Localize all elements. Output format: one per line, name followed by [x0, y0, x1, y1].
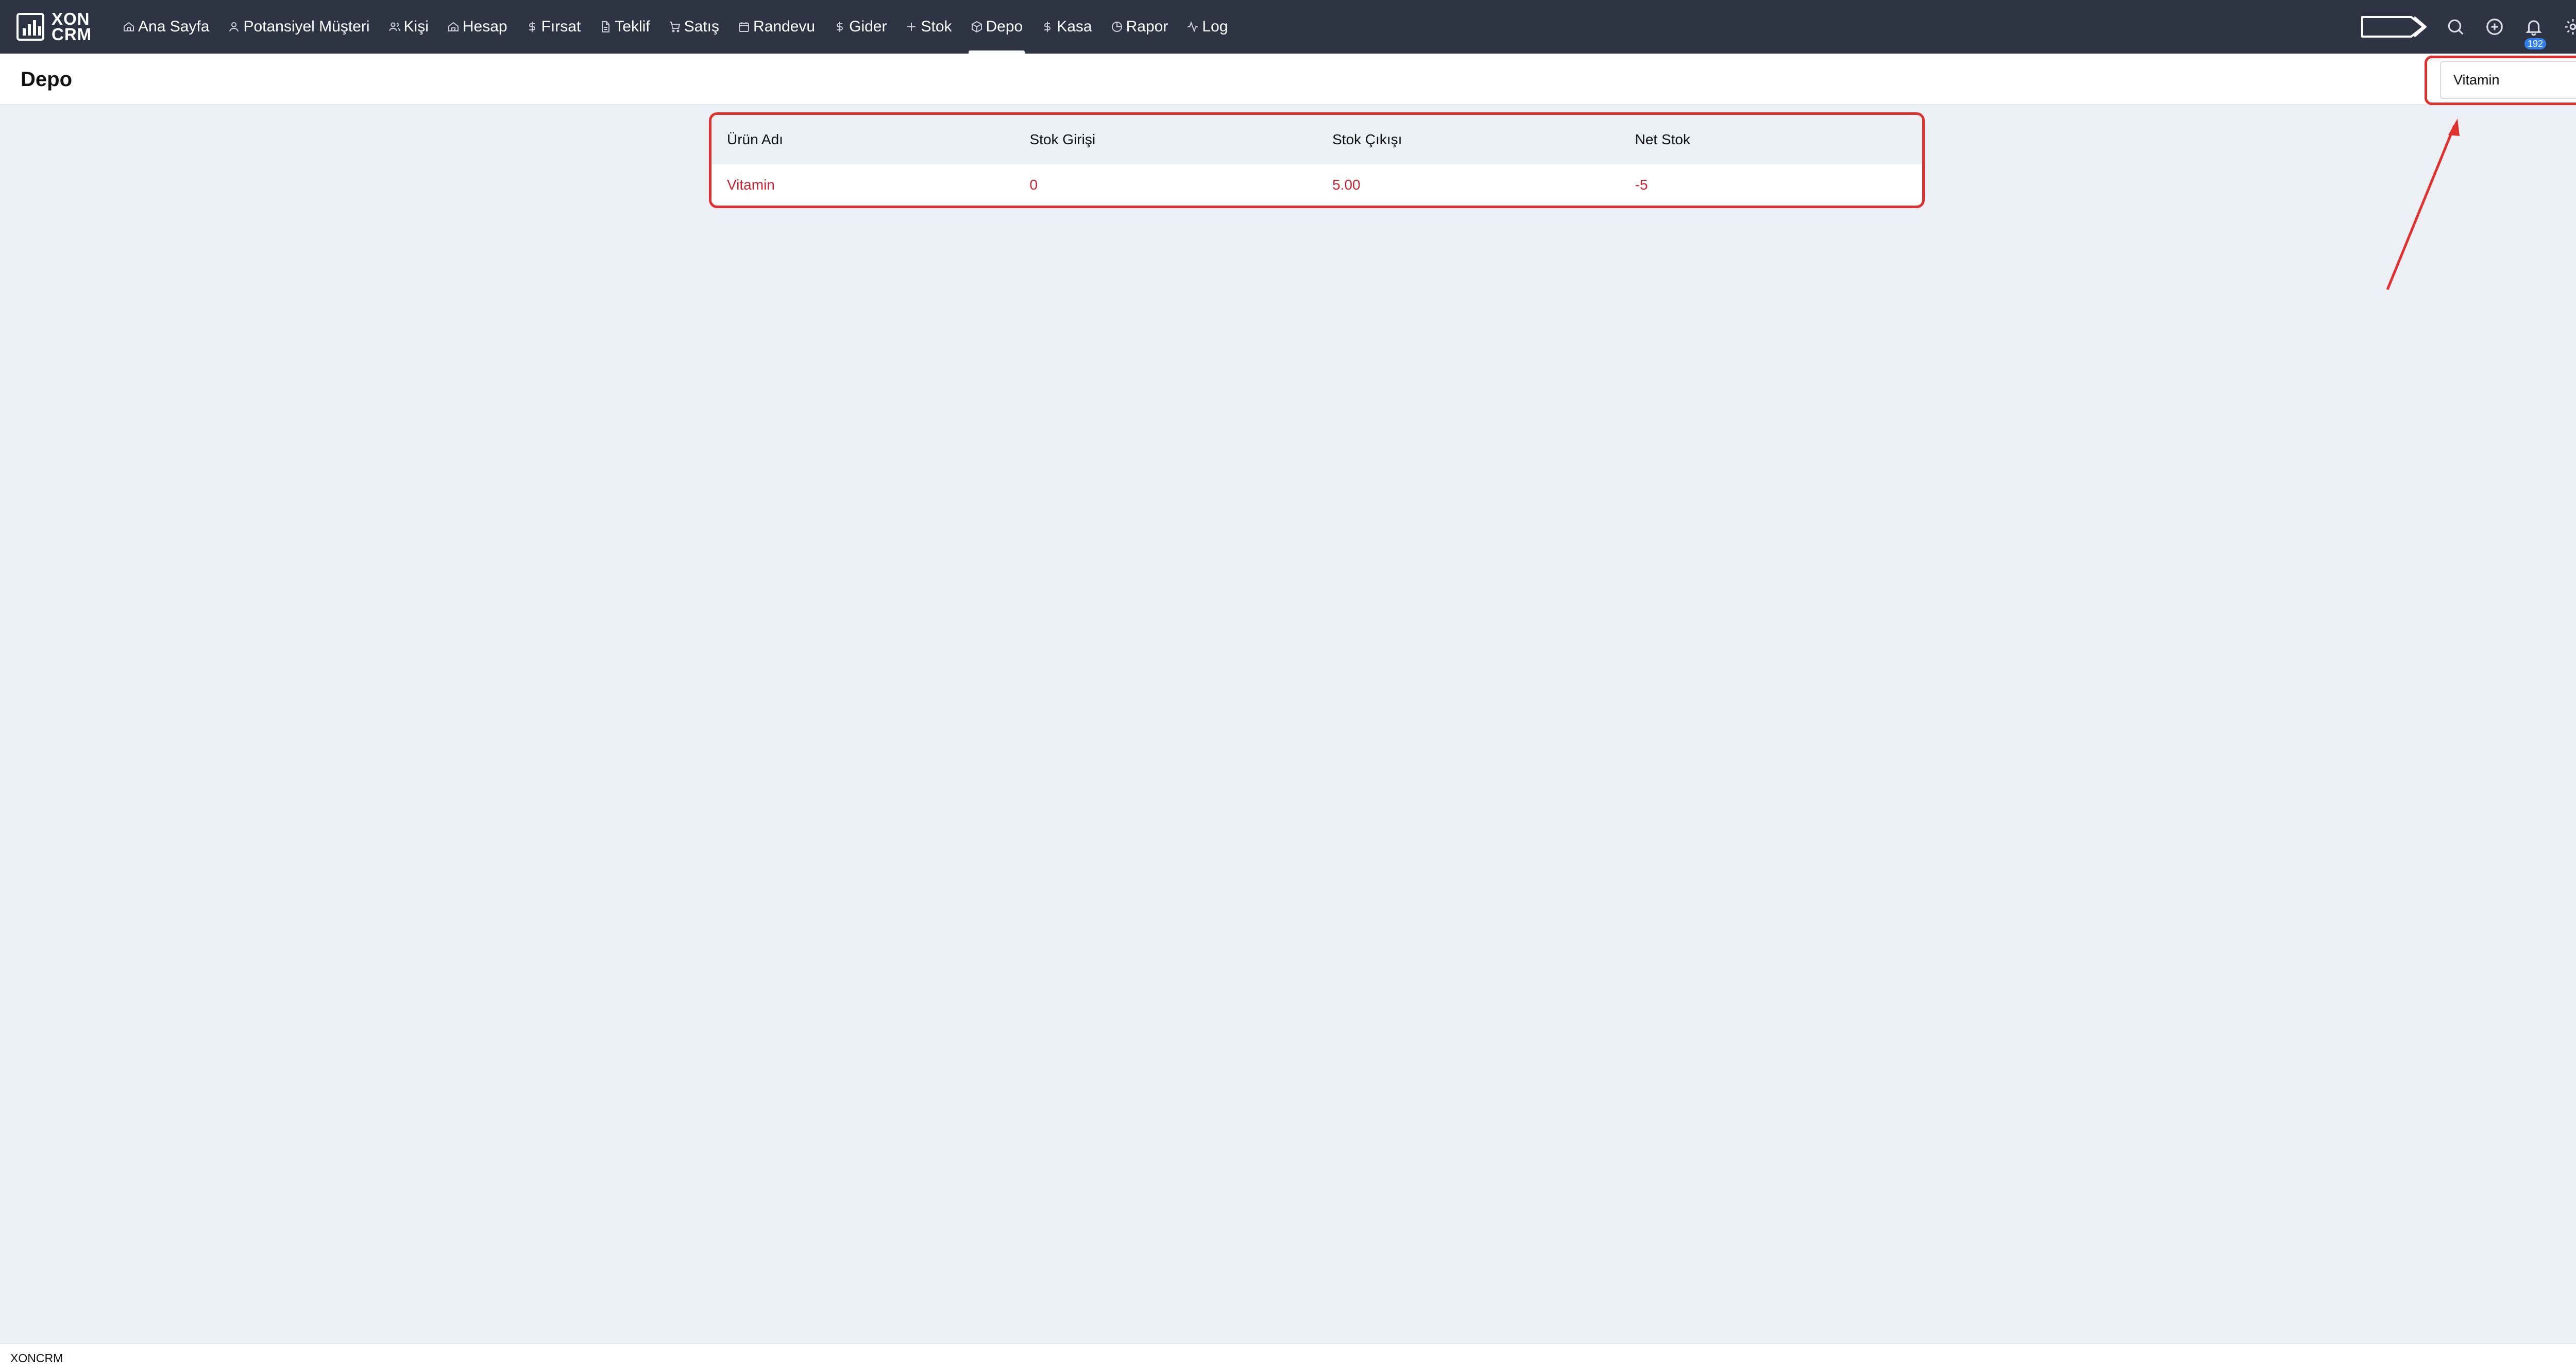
- tag-shape-icon[interactable]: [2361, 15, 2427, 39]
- activity-icon: [1187, 21, 1199, 33]
- users-icon: [388, 21, 401, 33]
- logo-text: XON CRM: [52, 10, 92, 44]
- nav-item-randevu[interactable]: Randevu: [728, 0, 824, 54]
- table-row[interactable]: Vitamin 0 5.00 -5: [711, 164, 1922, 206]
- nav-item-rapor[interactable]: Rapor: [1101, 0, 1178, 54]
- box-icon: [971, 21, 983, 33]
- logo-line-2: CRM: [52, 25, 92, 44]
- notification-badge: 192: [2524, 38, 2547, 49]
- plus-icon: [905, 21, 918, 33]
- nav-item-kasa[interactable]: Kasa: [1032, 0, 1101, 54]
- table-cell: -5: [1635, 177, 1648, 193]
- table-cell: 5.00: [1332, 177, 1361, 193]
- table-header-row: Ürün Adı Stok Girişi Stok Çıkışı Net Stok: [711, 115, 1922, 164]
- document-icon: [599, 21, 612, 33]
- dollar-icon: [834, 21, 846, 33]
- main-nav: Ana Sayfa Potansiyel Müşteri Kişi Hesap Fırs…: [113, 0, 1237, 54]
- chart-logo-icon: [16, 13, 44, 41]
- column-header[interactable]: Stok Çıkışı: [1317, 131, 1620, 148]
- nav-item-label: Teklif: [615, 18, 650, 35]
- nav-item-label: Fırsat: [541, 18, 581, 35]
- nav-item-label: Kasa: [1057, 18, 1092, 35]
- gear-icon[interactable]: [2563, 16, 2576, 37]
- column-header[interactable]: Stok Girişi: [1014, 131, 1317, 148]
- nav-item-label: Satış: [684, 18, 720, 35]
- nav-item-kişi[interactable]: Kişi: [379, 0, 438, 54]
- nav-item-depo[interactable]: Depo: [961, 0, 1032, 54]
- table-cell[interactable]: Vitamin: [711, 177, 1014, 193]
- calendar-icon: [738, 21, 750, 33]
- nav-item-label: Ana Sayfa: [138, 18, 210, 35]
- home-icon: [123, 21, 135, 33]
- cart-icon: [669, 21, 681, 33]
- nav-item-hesap[interactable]: Hesap: [438, 0, 517, 54]
- nav-item-label: Stok: [921, 18, 952, 35]
- nav-item-satış[interactable]: Satış: [659, 0, 728, 54]
- stock-table: Ürün Adı Stok Girişi Stok Çıkışı Net Stok V…: [709, 112, 1925, 208]
- dollar-icon: [526, 21, 538, 33]
- nav-item-label: Kişi: [403, 18, 429, 35]
- top-navbar: XON CRM Ana Sayfa Potansiyel Müşteri Kişi H…: [0, 0, 2576, 54]
- footer-text: XONCRM: [10, 1351, 63, 1365]
- nav-item-label: Log: [1202, 18, 1228, 35]
- column-header[interactable]: Ürün Adı: [711, 131, 1014, 148]
- add-circle-icon[interactable]: [2484, 16, 2505, 37]
- header-tools: 192: [2361, 0, 2576, 54]
- nav-item-label: Gider: [849, 18, 887, 35]
- user-icon: [228, 21, 240, 33]
- nav-item-label: Rapor: [1126, 18, 1168, 35]
- table-cell: 0: [1029, 177, 1038, 193]
- nav-item-stok[interactable]: Stok: [896, 0, 961, 54]
- nav-item-label: Randevu: [753, 18, 816, 35]
- search-highlight-box: [2425, 56, 2576, 105]
- page-title: Depo: [21, 68, 72, 91]
- app-logo[interactable]: XON CRM: [16, 9, 92, 44]
- pie-chart-icon: [1111, 21, 1123, 33]
- nav-item-fırsat[interactable]: Fırsat: [517, 0, 590, 54]
- nav-item-gider[interactable]: Gider: [824, 0, 896, 54]
- nav-item-ana-sayfa[interactable]: Ana Sayfa: [113, 0, 218, 54]
- bell-icon[interactable]: 192: [2523, 16, 2547, 49]
- search-icon[interactable]: [2445, 16, 2466, 37]
- footer: XONCRM: [0, 1343, 2576, 1371]
- nav-item-label: Potansiyel Müşteri: [243, 18, 370, 35]
- dollar-icon: [1041, 21, 1054, 33]
- column-header[interactable]: Net Stok: [1620, 131, 1923, 148]
- annotation-arrow: [2386, 119, 2460, 290]
- page-header: Depo: [0, 54, 2576, 105]
- home-icon: [447, 21, 460, 33]
- nav-item-label: Depo: [986, 18, 1023, 35]
- nav-item-teklif[interactable]: Teklif: [590, 0, 659, 54]
- nav-item-potansiyel-müşteri[interactable]: Potansiyel Müşteri: [218, 0, 379, 54]
- nav-item-label: Hesap: [462, 18, 507, 35]
- nav-item-log[interactable]: Log: [1177, 0, 1237, 54]
